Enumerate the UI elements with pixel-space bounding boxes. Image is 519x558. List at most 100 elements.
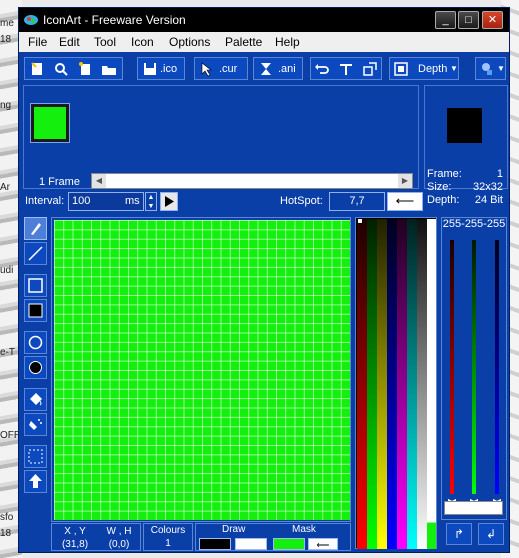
play-icon bbox=[165, 196, 174, 207]
close-button[interactable]: ✕ bbox=[482, 11, 503, 29]
pixel-grid-canvas[interactable] bbox=[54, 220, 350, 520]
depth-dropdown[interactable]: Depth ▼ bbox=[389, 57, 459, 80]
resize-icon[interactable] bbox=[362, 61, 378, 77]
export-ico-button[interactable]: .ico bbox=[137, 57, 185, 80]
wh-label: W , H bbox=[106, 526, 132, 537]
drawing-canvas-frame bbox=[51, 217, 351, 522]
mask-color-swatch[interactable] bbox=[273, 538, 305, 550]
frame-thumbnail-image bbox=[34, 107, 66, 139]
depth-label: Depth bbox=[418, 63, 448, 75]
palette-column[interactable] bbox=[397, 219, 407, 549]
filled-ellipse-tool[interactable] bbox=[24, 356, 47, 379]
palette-column[interactable] bbox=[367, 219, 377, 549]
palette-column[interactable] bbox=[427, 219, 436, 549]
info-frame-label: Frame: bbox=[427, 168, 462, 180]
airbrush-tool[interactable] bbox=[24, 413, 47, 436]
menu-tool[interactable]: Tool bbox=[94, 35, 116, 49]
palette-column[interactable] bbox=[377, 219, 387, 549]
frame-icon bbox=[394, 62, 408, 76]
colours-value: 1 bbox=[165, 538, 171, 549]
open-folder-icon[interactable] bbox=[101, 61, 117, 77]
menu-icon[interactable]: Icon bbox=[131, 35, 154, 49]
file-tools-group bbox=[24, 57, 123, 80]
menu-palette[interactable]: Palette bbox=[225, 35, 262, 49]
scroll-right-icon[interactable]: ▶ bbox=[398, 174, 412, 188]
green-slider[interactable] bbox=[472, 240, 476, 494]
window-title: IconArt - Freeware Version bbox=[43, 13, 186, 27]
palette-column[interactable] bbox=[387, 219, 397, 549]
menu-options[interactable]: Options bbox=[169, 35, 210, 49]
draw-mask-cell: Draw Mask ⟵ bbox=[195, 523, 351, 551]
desktop-text: Ar bbox=[0, 182, 10, 193]
arrow-left-icon: ⟵ bbox=[316, 540, 330, 550]
palette-column[interactable] bbox=[357, 219, 367, 549]
red-slider[interactable] bbox=[450, 240, 454, 494]
chevron-down-icon: ▼ bbox=[450, 64, 458, 73]
color-up-button[interactable]: ↱ bbox=[446, 523, 472, 545]
arrow-up-icon bbox=[29, 474, 42, 488]
ani-label: .ani bbox=[278, 63, 296, 75]
frame-thumbnail[interactable] bbox=[30, 103, 70, 143]
palette-column[interactable] bbox=[417, 219, 427, 549]
hotspot-set-button[interactable]: ⟵ bbox=[387, 192, 423, 211]
draw-foreground-swatch[interactable] bbox=[199, 538, 231, 550]
menu-edit[interactable]: Edit bbox=[59, 35, 80, 49]
airbrush-icon bbox=[29, 419, 42, 430]
iconart-window: IconArt - Freeware Version _ □ ✕ File Ed… bbox=[18, 7, 510, 553]
hotspot-label: HotSpot: bbox=[280, 195, 323, 207]
desktop-text: 18 bbox=[0, 34, 12, 45]
rgb-readout: 255-255-255 bbox=[442, 218, 506, 230]
maximize-button[interactable]: □ bbox=[458, 11, 479, 29]
menu-help[interactable]: Help bbox=[275, 35, 300, 49]
icon-preview-image bbox=[447, 108, 482, 143]
title-bar[interactable]: IconArt - Freeware Version _ □ ✕ bbox=[19, 8, 509, 32]
tools-dropdown[interactable]: ▼ bbox=[475, 57, 506, 80]
rectangle-icon bbox=[28, 278, 43, 293]
selection-icon bbox=[28, 449, 43, 464]
draw-background-swatch[interactable] bbox=[235, 538, 267, 550]
fill-tool[interactable] bbox=[24, 388, 47, 411]
blue-slider-fill bbox=[495, 240, 499, 494]
text-tool-icon[interactable] bbox=[338, 61, 354, 77]
move-tool[interactable] bbox=[24, 470, 47, 493]
palette-column[interactable] bbox=[407, 219, 417, 549]
magnifier-icon[interactable] bbox=[53, 61, 69, 77]
hotspot-input[interactable]: 7,7 bbox=[329, 192, 385, 211]
frames-scrollbar[interactable]: ◀ ▶ bbox=[91, 173, 413, 189]
undo-icon[interactable] bbox=[314, 61, 330, 77]
line-tool[interactable] bbox=[24, 242, 47, 265]
play-button[interactable] bbox=[160, 192, 178, 211]
mask-apply-button[interactable]: ⟵ bbox=[308, 538, 338, 550]
interval-spinner[interactable]: ▲ ▼ bbox=[145, 192, 157, 211]
filled-rectangle-tool[interactable] bbox=[24, 299, 47, 322]
pencil-tool[interactable] bbox=[24, 217, 47, 240]
red-slider-fill bbox=[450, 240, 454, 494]
ellipse-tool[interactable] bbox=[24, 331, 47, 354]
new-page-icon[interactable] bbox=[77, 61, 93, 77]
status-bar: X , Y (31,8) W , H (0,0) Colours 1 Draw Ma… bbox=[51, 523, 351, 551]
export-cur-button[interactable]: .cur bbox=[194, 57, 248, 80]
menu-file[interactable]: File bbox=[28, 35, 47, 49]
menu-bar: File Edit Tool Icon Options Palette Help bbox=[19, 32, 509, 52]
interval-unit: ms bbox=[125, 195, 140, 207]
color-down-button[interactable]: ↲ bbox=[478, 523, 504, 545]
desktop-text: sfo bbox=[0, 512, 14, 523]
blue-slider[interactable] bbox=[495, 240, 499, 494]
edit-tools-group bbox=[310, 57, 382, 80]
toolbar: .ico .cur .ani Depth ▼ ▼ bbox=[19, 52, 509, 84]
new-file-icon[interactable] bbox=[29, 61, 45, 77]
scroll-left-icon[interactable]: ◀ bbox=[92, 174, 106, 188]
cursor-icon bbox=[201, 62, 212, 77]
select-tool[interactable] bbox=[24, 445, 47, 468]
coordinates-cell: X , Y (31,8) W , H (0,0) bbox=[51, 523, 141, 551]
export-ani-button[interactable]: .ani bbox=[253, 57, 303, 80]
color-palette[interactable] bbox=[355, 217, 437, 549]
desktop-text: 18 bbox=[0, 528, 12, 539]
colours-label: Colours bbox=[150, 525, 186, 536]
interval-label: Interval: bbox=[25, 195, 65, 207]
current-color-swatch bbox=[444, 501, 503, 515]
rectangle-tool[interactable] bbox=[24, 274, 47, 297]
ellipse-icon bbox=[28, 335, 43, 350]
line-icon bbox=[28, 246, 43, 261]
minimize-button[interactable]: _ bbox=[435, 11, 456, 29]
